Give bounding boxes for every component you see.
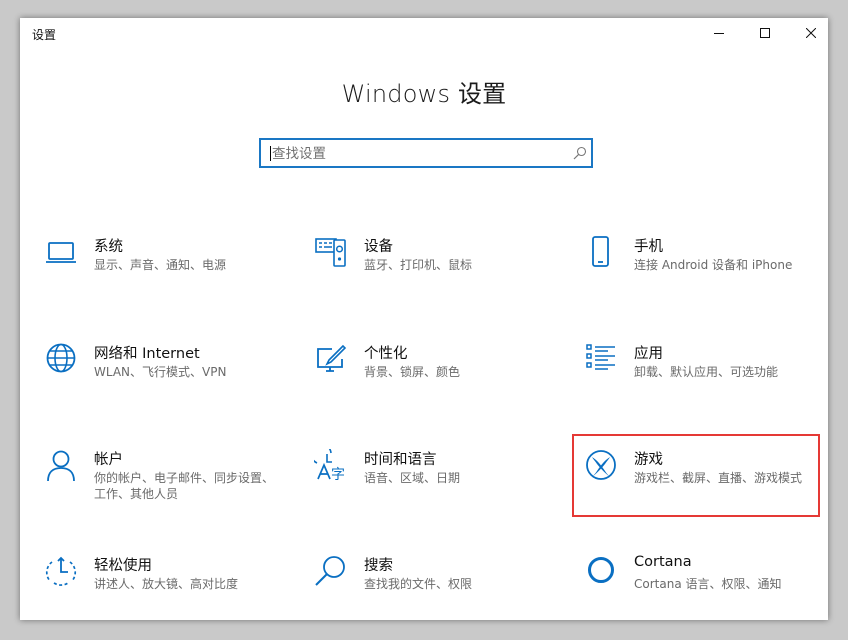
tile-gaming[interactable]: 游戏 游戏栏、截屏、直播、游戏模式 bbox=[584, 449, 814, 505]
tile-time-language[interactable]: 字 时间和语言 语音、区域、日期 bbox=[314, 449, 544, 505]
minimize-button[interactable] bbox=[696, 18, 742, 48]
tile-description: 查找我的文件、权限 bbox=[364, 577, 473, 591]
search-icon[interactable] bbox=[573, 146, 587, 160]
svg-text:字: 字 bbox=[331, 467, 345, 483]
tile-ease-of-access[interactable]: 轻松使用 讲述人、放大镜、高对比度 bbox=[44, 555, 274, 611]
tile-title: 网络和 Internet bbox=[94, 346, 200, 362]
person-icon bbox=[47, 450, 75, 482]
tile-description: 讲述人、放大镜、高对比度 bbox=[94, 577, 239, 591]
close-icon bbox=[806, 28, 816, 38]
tile-title: 轻松使用 bbox=[94, 558, 152, 574]
tile-personalization[interactable]: 个性化 背景、锁屏、颜色 bbox=[314, 343, 544, 399]
tile-description: Cortana 语言、权限、通知 bbox=[634, 577, 782, 591]
tile-title: 系统 bbox=[94, 239, 123, 255]
tile-title: 手机 bbox=[634, 239, 663, 255]
maximize-button[interactable] bbox=[742, 18, 788, 48]
devices-icon bbox=[315, 238, 346, 267]
phone-icon bbox=[592, 236, 609, 267]
tile-description: WLAN、飞行模式、VPN bbox=[94, 365, 227, 379]
tile-description: 显示、声音、通知、电源 bbox=[94, 258, 227, 272]
tile-title: Cortana bbox=[634, 554, 692, 570]
tile-accounts[interactable]: 帐户 你的帐户、电子邮件、同步设置、工作、其他人员 bbox=[44, 449, 274, 505]
window-title: 设置 bbox=[32, 28, 57, 42]
tile-description: 连接 Android 设备和 iPhone bbox=[634, 258, 793, 272]
search-box[interactable] bbox=[259, 138, 593, 168]
text-caret bbox=[270, 146, 271, 161]
xbox-icon bbox=[586, 450, 616, 480]
tile-description: 你的帐户、电子邮件、同步设置、工作、其他人员 bbox=[94, 471, 275, 501]
time-language-icon: 字 bbox=[314, 449, 345, 483]
title-bar[interactable]: 设置 bbox=[20, 18, 828, 48]
tile-system[interactable]: 系统 显示、声音、通知、电源 bbox=[44, 236, 274, 292]
search-input[interactable] bbox=[272, 144, 552, 164]
minimize-icon bbox=[714, 33, 724, 34]
page-title: Windows 设置 bbox=[341, 80, 507, 108]
tile-network[interactable]: 网络和 Internet WLAN、飞行模式、VPN bbox=[44, 343, 274, 399]
tile-cortana[interactable]: Cortana Cortana 语言、权限、通知 bbox=[584, 554, 814, 611]
tile-title: 个性化 bbox=[364, 346, 408, 362]
close-button[interactable] bbox=[788, 18, 828, 48]
tile-devices[interactable]: 设备 蓝牙、打印机、鼠标 bbox=[314, 236, 544, 292]
tile-description: 蓝牙、打印机、鼠标 bbox=[364, 258, 473, 272]
ease-of-access-icon bbox=[45, 556, 77, 586]
personalization-icon bbox=[317, 344, 347, 372]
tile-title: 游戏 bbox=[634, 452, 663, 468]
laptop-icon bbox=[46, 242, 76, 263]
search-magnifier-icon bbox=[315, 556, 345, 586]
tile-title: 帐户 bbox=[94, 452, 123, 468]
apps-list-icon bbox=[586, 344, 615, 370]
tile-title: 搜索 bbox=[364, 558, 393, 574]
tile-title: 时间和语言 bbox=[364, 452, 437, 468]
tile-search[interactable]: 搜索 查找我的文件、权限 bbox=[314, 555, 544, 611]
cortana-icon bbox=[588, 557, 614, 583]
tile-description: 游戏栏、截屏、直播、游戏模式 bbox=[634, 471, 803, 485]
tile-description: 语音、区域、日期 bbox=[364, 471, 461, 485]
tile-title: 应用 bbox=[634, 346, 663, 362]
tile-description: 卸载、默认应用、可选功能 bbox=[634, 365, 779, 379]
tile-phone[interactable]: 手机 连接 Android 设备和 iPhone bbox=[584, 236, 814, 292]
maximize-icon bbox=[760, 28, 770, 38]
globe-icon bbox=[46, 343, 76, 373]
tile-title: 设备 bbox=[364, 239, 393, 255]
tile-apps[interactable]: 应用 卸载、默认应用、可选功能 bbox=[584, 343, 814, 399]
tile-description: 背景、锁屏、颜色 bbox=[364, 365, 461, 379]
settings-window: 设置 Windows 设置 系统 显示、声音、通知、电源 bbox=[20, 18, 828, 620]
